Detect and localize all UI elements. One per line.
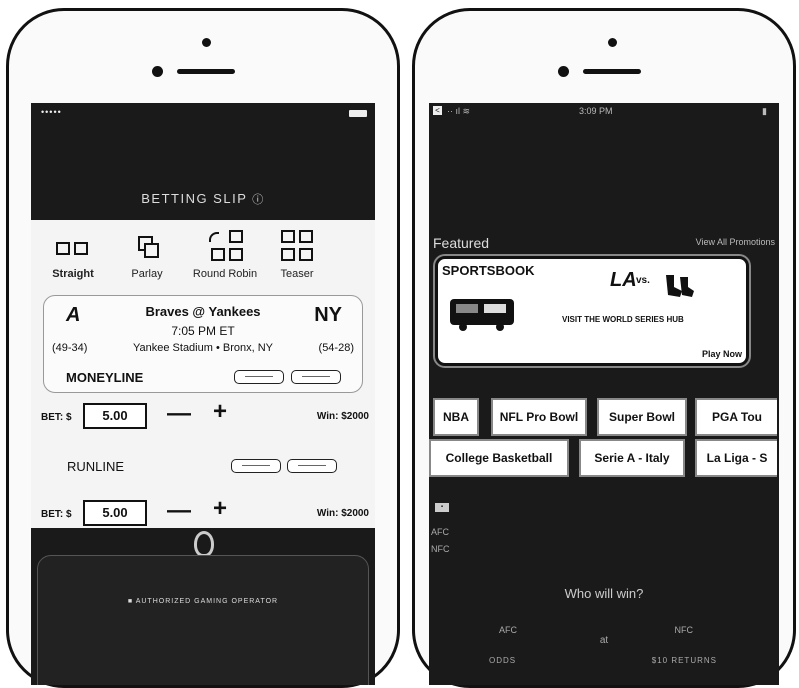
dodgers-logo: LA [610,269,637,291]
tab-label: Teaser [280,268,314,280]
chip-college-basketball[interactable]: College Basketball [429,439,569,477]
drag-handle-icon[interactable] [194,531,214,557]
runline-away-button[interactable] [231,459,281,473]
bet-amount-input[interactable]: 5.00 [83,403,147,429]
tab-teaser[interactable]: Teaser [257,228,337,280]
bus-icon [450,299,514,331]
sensor-icon [152,66,163,77]
afc-label: AFC [431,527,449,537]
wifi-icon: ·· ıl ≋ [447,106,471,116]
tab-label: Round Robin [192,268,258,280]
vs-label: vs. [636,275,650,286]
betting-slip-screen: ••••• BETTING SLIP ⓘ Straight Parlay Rou… [31,103,375,685]
bet-label: BET: $ [41,412,72,423]
battery-icon [349,110,367,117]
home-record: (54-28) [318,342,354,354]
bet-amount-input[interactable]: 5.00 [83,500,147,526]
four-squares-icon [257,228,337,268]
tab-round-robin[interactable]: Round Robin [185,228,265,280]
runline-home-button[interactable] [287,459,337,473]
operator-label: AUTHORIZED GAMING OPERATOR [135,598,279,605]
moneyline-home-button[interactable] [291,370,341,384]
status-time: 3:09 PM [579,106,613,116]
speaker-grille [177,69,235,74]
game-card: A NY Braves @ Yankees 7:05 PM ET (49-34)… [43,295,363,393]
increase-button[interactable]: + [213,495,227,523]
battery-icon: ▮ [762,106,767,116]
featured-heading: Featured [433,235,490,251]
moneyline-away-button[interactable] [234,370,284,384]
pick-afc-option[interactable]: AFC [499,625,517,635]
nfc-label: NFC [431,544,450,554]
venue: Yankee Stadium • Bronx, NY [133,342,273,354]
at-label: at [599,635,609,646]
slip-panel: Straight Parlay Round Robin Teaser A NY … [31,220,375,528]
tab-straight[interactable]: Straight [33,228,113,280]
view-all-promotions-link[interactable]: View All Promotions [696,237,775,247]
info-icon[interactable]: ⓘ [252,194,265,206]
sensor-icon [558,66,569,77]
tab-parlay[interactable]: Parlay [107,228,187,280]
stacked-squares-icon [107,228,187,268]
tab-label: Straight [52,268,94,280]
decrease-button[interactable]: — [167,400,191,428]
signal-dots: ••••• [41,107,62,117]
increase-button[interactable]: + [213,398,227,426]
operator-icon: ■ [127,598,134,605]
chip-nfl-pro-bowl[interactable]: NFL Pro Bowl [491,398,587,436]
operator-card: ■ AUTHORIZED GAMING OPERATOR [37,555,369,685]
phone-right: < ·· ıl ≋ 3:09 PM ▮ Featured View All Pr… [412,8,796,688]
camera-icon [608,38,617,47]
red-sox-logo-icon [666,275,694,297]
chip-nba[interactable]: NBA [433,398,479,436]
returns-label: $10 RETURNS [651,656,717,665]
status-bar: ••••• [31,103,375,125]
win-amount: Win: $2000 [316,508,369,519]
moneyline-label: MONEYLINE [66,370,144,385]
round-robin-icon [185,228,265,268]
pick-nfc-option[interactable]: NFC [675,625,694,635]
status-bar: < ·· ıl ≋ 3:09 PM ▮ [429,103,779,121]
tab-label: Parlay [131,268,163,280]
promo-title: SPORTSBOOK [442,263,535,278]
speaker-grille [583,69,641,74]
page-title-text: BETTING SLIP [141,191,248,206]
chip-la-liga[interactable]: La Liga - S [695,439,777,477]
play-now-link[interactable]: Play Now [702,349,742,359]
promo-subtitle: VISIT THE WORLD SERIES HUB [562,315,684,324]
operator-text: ■ AUTHORIZED GAMING OPERATOR [38,598,368,605]
two-squares-icon [33,228,113,268]
world-series-promo-banner[interactable]: SPORTSBOOK LA vs. VISIT THE WORLD SERIES… [435,256,749,366]
scoreboard-badge-icon: ▪ [435,503,449,512]
chip-pga-tour[interactable]: PGA Tou [695,398,777,436]
sportsbook-screen: < ·· ıl ≋ 3:09 PM ▮ Featured View All Pr… [429,103,779,685]
odds-label: ODDS [489,656,517,665]
bet-row: BET: $ 5.00 — + Win: $2000 [31,398,375,438]
game-time: 7:05 PM ET [171,324,235,338]
runline-label: RUNLINE [67,459,125,474]
who-will-win-heading: Who will win? [564,586,644,601]
win-amount: Win: $2000 [316,411,369,422]
page-title: BETTING SLIP ⓘ [31,191,375,207]
camera-icon [202,38,211,47]
phone-left: ••••• BETTING SLIP ⓘ Straight Parlay Rou… [6,8,400,688]
back-icon[interactable]: < [433,106,442,115]
chip-super-bowl[interactable]: Super Bowl [597,398,687,436]
decrease-button[interactable]: — [167,497,191,525]
matchup-title: Braves @ Yankees [145,304,261,319]
bet-row: BET: $ 5.00 — + Win: $2000 [31,495,375,535]
chip-serie-a-italy[interactable]: Serie A - Italy [579,439,685,477]
bet-label: BET: $ [41,509,72,520]
